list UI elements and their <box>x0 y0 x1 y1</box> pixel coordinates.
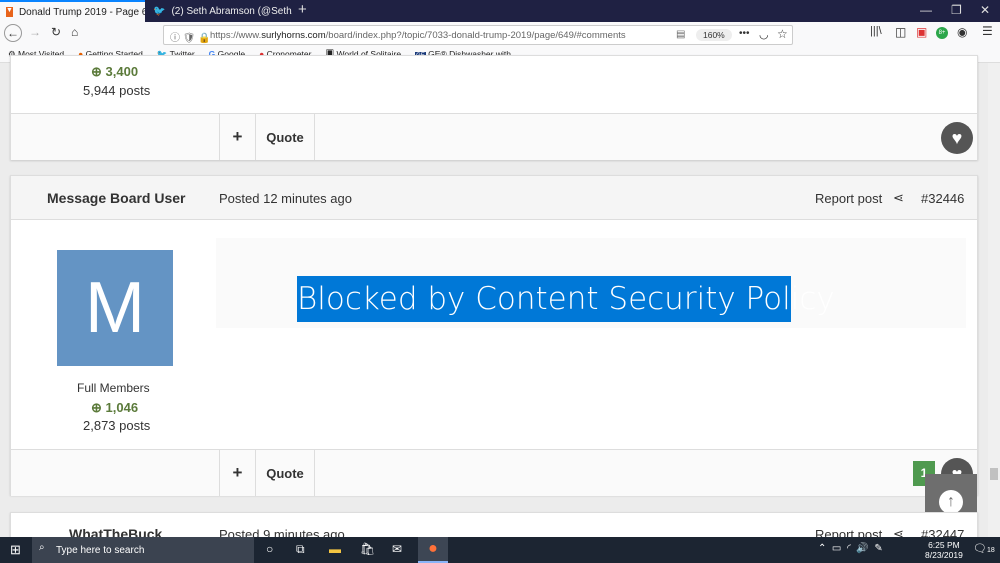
file-explorer-icon[interactable]: ▬ <box>329 542 341 556</box>
member-group: Full Members <box>77 381 150 395</box>
extension-badge[interactable]: 8+ <box>936 27 948 39</box>
post-header: Message Board User Posted 12 minutes ago… <box>11 176 977 220</box>
forward-button[interactable]: → <box>29 25 41 39</box>
post-count: 5,944 posts <box>83 83 151 98</box>
scrollbar-thumb[interactable] <box>990 468 998 480</box>
page-actions-icon[interactable]: ••• <box>739 28 750 39</box>
arrow-up-icon: ↑ <box>939 489 963 514</box>
reputation: ⊕ 3,400 <box>91 64 139 79</box>
restore-button[interactable]: ❐ <box>951 3 962 17</box>
clock[interactable]: 6:25 PM 8/23/2019 <box>925 540 963 560</box>
library-icon[interactable]: |||\ <box>870 25 882 37</box>
search-icon: ⌕ <box>39 542 45 553</box>
quote-button[interactable]: Quote <box>255 450 315 496</box>
cortana-icon[interactable]: ○ <box>266 542 273 556</box>
avatar[interactable]: M <box>57 250 173 366</box>
post-number[interactable]: #32446 <box>921 191 964 206</box>
url-bar[interactable]: ⓘ 🛡 🔒 https://www. surlyhorns.com/board/i… <box>163 25 793 45</box>
multiquote-button[interactable]: + <box>219 450 255 496</box>
info-icon[interactable]: ⓘ 🛡 🔒 <box>170 29 211 44</box>
page-scrollbar[interactable] <box>988 63 1000 537</box>
post-footer: + Quote 1 ♥ <box>11 449 977 496</box>
url-prefix: https://www. <box>210 29 262 41</box>
reader-view-icon[interactable]: ▤ <box>676 29 685 40</box>
post-count: 2,873 posts <box>83 418 151 433</box>
url-domain: surlyhorns.com <box>261 29 326 41</box>
tab-donald-trump[interactable]: ▼Donald Trump 2019 - Page 649✕ <box>0 0 145 22</box>
reload-button[interactable]: ↻ <box>51 25 61 39</box>
close-window-button[interactable]: ✕ <box>980 3 990 17</box>
quote-button[interactable]: Quote <box>255 114 315 160</box>
windows-taskbar: ⊞ ⌕ Type here to search ○ ⧉ ▬ 🛍 ✉ ● ⌃ ▭ ◜… <box>0 537 1000 563</box>
share-icon[interactable]: ⋖ <box>893 190 904 206</box>
store-icon[interactable]: 🛍 <box>360 542 375 556</box>
twitter-icon: 🐦 <box>153 5 166 17</box>
tray-icons[interactable]: ⌃ ▭ ◜ 🔊 ✎ <box>818 543 883 554</box>
blocked-content-message: Blocked by Content Security Policy <box>297 276 835 322</box>
tab-title: (2) Seth Abramson (@SethAbra <box>171 5 292 17</box>
post-date[interactable]: Posted 12 minutes ago <box>219 191 352 206</box>
post: Message Board User Posted 12 minutes ago… <box>10 175 978 496</box>
account-icon[interactable]: ◉ <box>957 25 967 39</box>
windows-start-icon[interactable]: ⊞ <box>10 542 21 558</box>
reputation: ⊕ 1,046 <box>91 400 139 415</box>
back-button[interactable]: ← <box>4 24 22 42</box>
post-footer: + Quote ♥ <box>11 113 977 160</box>
notifications-icon[interactable]: 🗨18 <box>973 542 995 555</box>
menu-icon[interactable]: ☰ <box>982 24 993 38</box>
new-tab-button[interactable]: + <box>298 1 307 18</box>
tab-bar: ▼ Donald Trump 2019 - Page 649 ✕ 🐦 (2) Seth… <box>0 0 1000 22</box>
report-post-link[interactable]: Report post <box>815 191 882 206</box>
minimize-button[interactable]: — <box>920 3 932 17</box>
mail-icon[interactable]: ✉ <box>392 542 402 556</box>
multiquote-button[interactable]: + <box>219 114 255 160</box>
like-heart-icon[interactable]: ♥ <box>941 122 973 154</box>
tab-seth-abramson[interactable]: 🐦(2) Seth Abramson (@SethAbra✕ <box>147 0 292 22</box>
pocket-icon[interactable]: ◡ <box>759 28 769 41</box>
previous-post: ⊕ 3,400 5,944 posts + Quote ♥ <box>10 55 978 160</box>
pocket-extension-icon[interactable]: ▣ <box>916 25 927 39</box>
home-icon[interactable]: ⌂ <box>71 25 78 39</box>
bookmark-star-icon[interactable]: ☆ <box>777 27 788 41</box>
site-favicon-icon: ▼ <box>6 7 13 17</box>
firefox-taskbar-icon[interactable]: ● <box>418 537 448 563</box>
tab-title: Donald Trump 2019 - Page 649 <box>18 6 145 18</box>
zoom-level[interactable]: 160% <box>696 29 732 41</box>
url-path: /board/index.php?/topic/7033-donald-trum… <box>325 29 626 41</box>
task-view-icon[interactable]: ⧉ <box>296 542 305 557</box>
taskbar-search[interactable]: ⌕ Type here to search <box>32 537 254 563</box>
author-name[interactable]: Message Board User <box>47 190 186 206</box>
sidebar-icon[interactable]: ◫ <box>895 25 906 39</box>
